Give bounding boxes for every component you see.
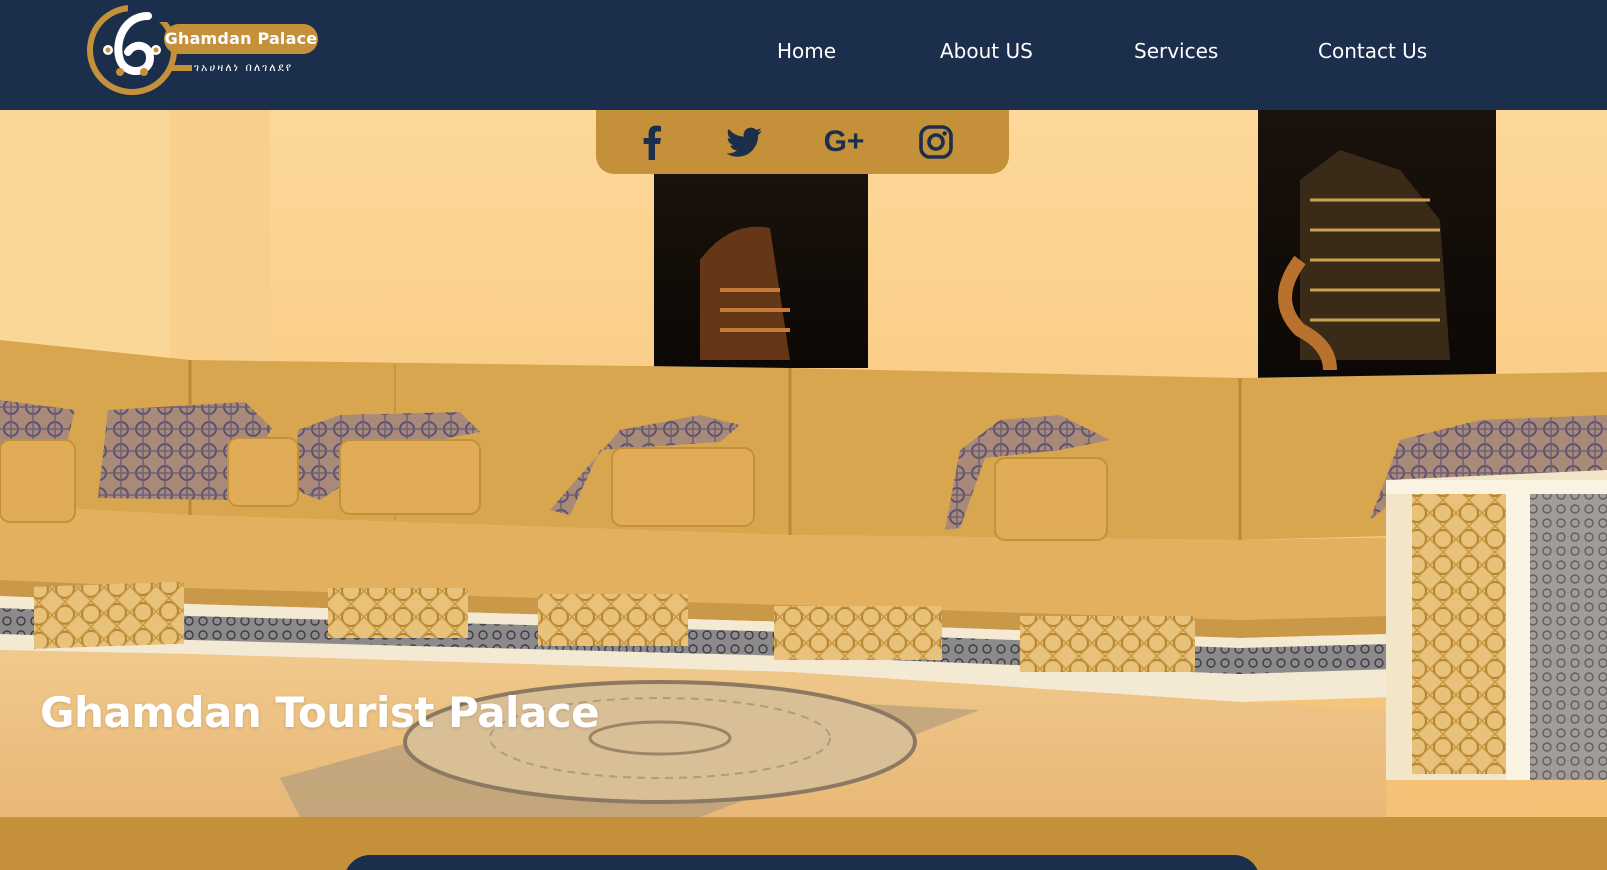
twitter-icon[interactable] [724, 122, 764, 162]
instagram-icon[interactable] [916, 122, 956, 162]
brand-logo[interactable]: Ghamdan Palace ገአሀዛለነ በለገለደየ [84, 2, 324, 98]
brand-subtitle: ገአሀዛለነ በለገለደየ [194, 61, 294, 74]
facebook-icon[interactable] [632, 122, 672, 162]
nav-about[interactable]: About US [940, 36, 1033, 66]
site-header: Ghamdan Palace ገአሀዛለነ በለገለደየ Home About … [0, 0, 1607, 110]
nav-services[interactable]: Services [1134, 36, 1218, 66]
nav-home[interactable]: Home [777, 36, 836, 66]
social-bar: G+ [596, 110, 1009, 174]
google-plus-icon[interactable]: G+ [816, 122, 872, 162]
hero-title: Ghamdan Tourist Palace [40, 688, 600, 737]
nav-contact[interactable]: Contact Us [1318, 36, 1427, 66]
bottom-panel [344, 855, 1260, 870]
brand-name: Ghamdan Palace [164, 24, 318, 54]
